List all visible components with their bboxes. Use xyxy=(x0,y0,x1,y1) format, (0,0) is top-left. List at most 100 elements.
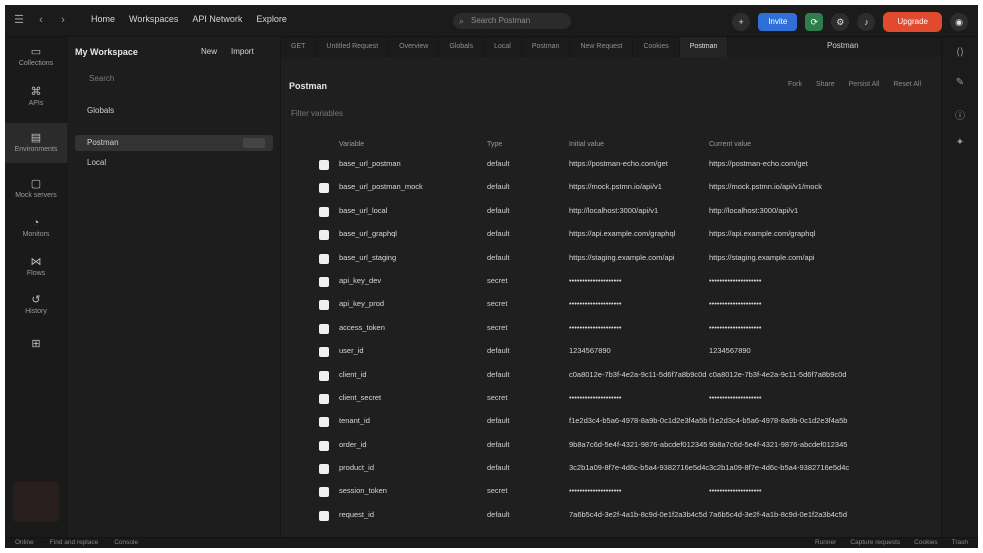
type-cell[interactable]: default xyxy=(487,440,510,449)
row-checkbox[interactable] xyxy=(319,276,329,287)
row-checkbox[interactable] xyxy=(319,230,329,241)
lightbulb-icon[interactable]: ✦ xyxy=(954,137,966,149)
table-row[interactable]: user_id default 1234567890 1234567890 xyxy=(311,342,911,365)
table-row[interactable]: request_id default 7a6b5c4d-3e2f-4a1b-8c9d… xyxy=(311,506,911,529)
initial-value-cell[interactable]: f1e2d3c4-b5a6-4978-8a9b-0c1d2e3f4a5b xyxy=(569,416,707,425)
reset-all-button[interactable]: Reset All xyxy=(893,81,921,88)
variable-name-cell[interactable]: base_url_postman xyxy=(339,159,401,168)
row-checkbox[interactable] xyxy=(319,417,329,428)
current-value-cell[interactable]: 3c2b1a09-8f7e-4d6c-b5a4-9382716e5d4c xyxy=(709,463,849,472)
table-row[interactable]: base_url_staging default https://staging.e… xyxy=(311,249,911,272)
variable-name-cell[interactable]: base_url_graphql xyxy=(339,229,397,238)
menu-workspaces[interactable]: Workspaces xyxy=(129,14,178,24)
environment-select[interactable]: Postman xyxy=(827,41,859,50)
table-row[interactable]: base_url_postman default https://postman-e… xyxy=(311,155,911,178)
current-value-cell[interactable]: http://localhost:3000/api/v1 xyxy=(709,206,798,215)
current-value-cell[interactable]: https://postman-echo.com/get xyxy=(709,159,808,168)
current-value-cell[interactable]: 9b8a7c6d-5e4f-4321-9876-abcdef012345 xyxy=(709,440,847,449)
row-checkbox[interactable] xyxy=(319,160,329,170)
variable-name-cell[interactable]: user_id xyxy=(339,346,364,355)
table-row[interactable]: session_token secret •••••••••••••••••••• •… xyxy=(311,482,911,505)
table-row[interactable]: api_key_prod secret •••••••••••••••••••• ••… xyxy=(311,295,911,318)
initial-value-cell[interactable]: c0a8012e-7b3f-4e2a-9c11-5d6f7a8b9c0d xyxy=(569,370,706,379)
table-row[interactable]: base_url_graphql default https://api.examp… xyxy=(311,225,911,248)
row-checkbox[interactable] xyxy=(319,253,329,264)
current-value-cell[interactable]: 7a6b5c4d-3e2f-4a1b-8c9d-0e1f2a3b4c5d xyxy=(709,510,847,519)
type-cell[interactable]: secret xyxy=(487,393,507,402)
status-find-replace[interactable]: Find and replace xyxy=(50,539,98,546)
type-cell[interactable]: default xyxy=(487,370,510,379)
current-value-cell[interactable]: https://staging.example.com/api xyxy=(709,253,814,262)
variable-name-cell[interactable]: base_url_local xyxy=(339,206,387,215)
tab-6[interactable]: Postman xyxy=(522,37,571,57)
import-button[interactable]: Import xyxy=(231,47,254,56)
table-row[interactable]: product_id default 3c2b1a09-8f7e-4d6c-b5a4… xyxy=(311,459,911,482)
active-environment-check-icon[interactable] xyxy=(243,138,265,148)
code-icon[interactable]: ⟨⟩ xyxy=(954,47,966,59)
row-checkbox[interactable] xyxy=(319,393,329,404)
status-trash[interactable]: Trash xyxy=(952,539,968,546)
share-button[interactable]: Share xyxy=(816,81,835,88)
current-value-cell[interactable]: •••••••••••••••••••• xyxy=(709,486,762,495)
tab-4[interactable]: Globals xyxy=(439,37,485,57)
rail-item-monitors[interactable]: ◔ Monitors xyxy=(5,217,67,238)
persist-all-button[interactable]: Persist All xyxy=(849,81,880,88)
tab-3[interactable]: Overview xyxy=(389,37,440,57)
avatar[interactable]: ◉ xyxy=(950,13,968,31)
current-value-cell[interactable]: https://mock.pstmn.io/api/v1/mock xyxy=(709,182,822,191)
status-capture[interactable]: Capture requests xyxy=(850,539,900,546)
tab-2[interactable]: Untitled Request xyxy=(316,37,390,57)
initial-value-cell[interactable]: •••••••••••••••••••• xyxy=(569,486,622,495)
initial-value-cell[interactable]: •••••••••••••••••••• xyxy=(569,323,622,332)
table-row[interactable]: base_url_postman_mock default https://mock… xyxy=(311,178,911,201)
menu-api-network[interactable]: API Network xyxy=(192,14,242,24)
initial-value-cell[interactable]: 1234567890 xyxy=(569,346,611,355)
invite-button[interactable]: Invite xyxy=(758,13,798,31)
row-checkbox[interactable] xyxy=(319,300,329,311)
rail-item-environments[interactable]: ▤ Environments xyxy=(5,123,67,163)
sidebar-item-postman[interactable]: Postman xyxy=(75,135,273,151)
table-row[interactable]: base_url_local default http://localhost:30… xyxy=(311,202,911,225)
variable-name-cell[interactable]: product_id xyxy=(339,463,374,472)
initial-value-cell[interactable]: 3c2b1a09-8f7e-4d6c-b5a4-9382716e5d4c xyxy=(569,463,709,472)
settings-icon[interactable]: ⚙ xyxy=(831,13,850,31)
variable-name-cell[interactable]: tenant_id xyxy=(339,416,370,425)
status-console[interactable]: Console xyxy=(114,539,138,546)
tab-8[interactable]: Cookies xyxy=(633,37,680,57)
filter-variables-input[interactable]: Filter variables xyxy=(291,109,343,118)
user-add-icon[interactable]: + xyxy=(732,13,751,31)
sidebar-item-local[interactable]: Local xyxy=(75,155,273,171)
notifications-icon[interactable]: ♪ xyxy=(857,13,876,31)
tab-5[interactable]: Local xyxy=(484,37,522,57)
global-search-input[interactable]: ⌕ Search Postman xyxy=(453,13,571,29)
row-checkbox[interactable] xyxy=(319,183,329,194)
table-row[interactable]: access_token secret •••••••••••••••••••• ••… xyxy=(311,319,911,342)
current-value-cell[interactable]: c0a8012e-7b3f-4e2a-9c11-5d6f7a8b9c0d xyxy=(709,370,846,379)
rail-item-apis[interactable]: ⌘ APIs xyxy=(5,85,67,107)
row-checkbox[interactable] xyxy=(319,323,329,334)
initial-value-cell[interactable]: •••••••••••••••••••• xyxy=(569,299,622,308)
table-row[interactable]: api_key_dev secret •••••••••••••••••••• •••… xyxy=(311,272,911,295)
type-cell[interactable]: default xyxy=(487,253,510,262)
current-value-cell[interactable]: •••••••••••••••••••• xyxy=(709,299,762,308)
type-cell[interactable]: secret xyxy=(487,276,507,285)
variable-name-cell[interactable]: client_id xyxy=(339,370,367,379)
fork-button[interactable]: Fork xyxy=(788,81,802,88)
upgrade-button[interactable]: Upgrade xyxy=(883,12,942,32)
variable-name-cell[interactable]: api_key_dev xyxy=(339,276,381,285)
row-checkbox[interactable] xyxy=(319,206,329,217)
variable-name-cell[interactable]: base_url_staging xyxy=(339,253,396,262)
row-checkbox[interactable] xyxy=(319,464,329,475)
initial-value-cell[interactable]: •••••••••••••••••••• xyxy=(569,393,622,402)
initial-value-cell[interactable]: 7a6b5c4d-3e2f-4a1b-8c9d-0e1f2a3b4c5d xyxy=(569,510,707,519)
workspace-name[interactable]: My Workspace xyxy=(75,47,138,57)
current-value-cell[interactable]: •••••••••••••••••••• xyxy=(709,276,762,285)
type-cell[interactable]: secret xyxy=(487,486,507,495)
rail-item-mock-servers[interactable]: ▢ Mock servers xyxy=(5,177,67,199)
tab-7[interactable]: New Request xyxy=(570,37,634,57)
forward-icon[interactable]: › xyxy=(57,14,69,26)
menu-icon[interactable]: ☰ xyxy=(13,14,25,26)
row-checkbox[interactable] xyxy=(319,370,329,381)
table-row[interactable]: client_id default c0a8012e-7b3f-4e2a-9c11-… xyxy=(311,366,911,389)
type-cell[interactable]: default xyxy=(487,229,510,238)
